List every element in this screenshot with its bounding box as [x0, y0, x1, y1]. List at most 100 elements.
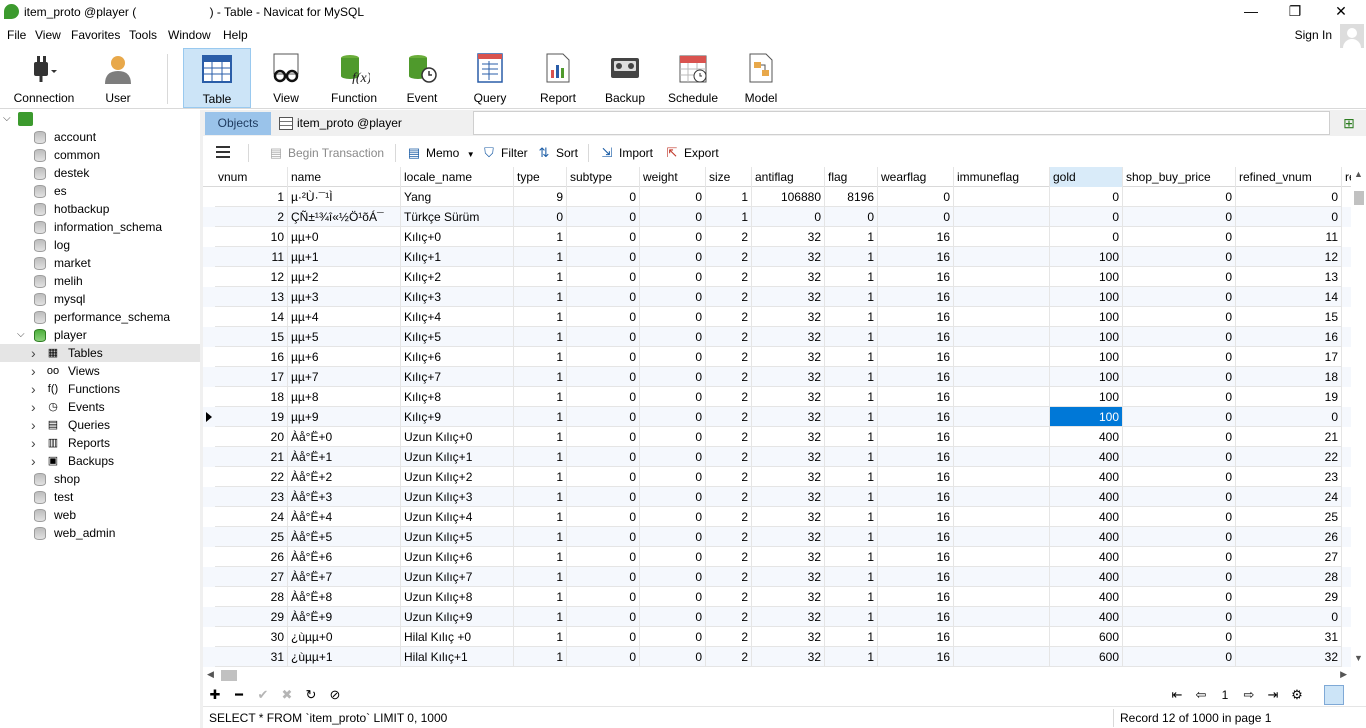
cell-size[interactable]: 1	[706, 207, 752, 227]
cell-subtype[interactable]: 0	[567, 547, 640, 567]
chevron-down-icon[interactable]: ⌵	[17, 326, 25, 344]
cell-type[interactable]: 1	[514, 547, 567, 567]
cell-vnum[interactable]: 12	[215, 267, 288, 287]
cell-size[interactable]: 2	[706, 427, 752, 447]
cell-wearflag[interactable]: 16	[878, 287, 954, 307]
cell-weight[interactable]: 0	[640, 467, 706, 487]
scroll-left-icon[interactable]: ◀	[207, 669, 214, 680]
cell-refined-vnum[interactable]: 0	[1236, 407, 1342, 427]
cell-type[interactable]: 1	[514, 327, 567, 347]
cell-type[interactable]: 1	[514, 487, 567, 507]
cell-subtype[interactable]: 0	[567, 287, 640, 307]
table-row[interactable]: 11 µµ+1 Kılıç+1 1 0 0 2 32 1 16 100 0 12	[203, 247, 1351, 267]
cell-shop-buy-price[interactable]: 0	[1123, 447, 1236, 467]
cell-refined-vnum[interactable]: 12	[1236, 247, 1342, 267]
cell-name[interactable]: Àå°Ë+3	[288, 487, 401, 507]
export-button[interactable]: ⇱ Export	[664, 144, 719, 162]
cell-gold[interactable]: 100	[1050, 407, 1123, 427]
column-header-name[interactable]: name	[288, 167, 401, 187]
cell-name[interactable]: Àå°Ë+9	[288, 607, 401, 627]
table-button[interactable]: Table	[183, 48, 251, 108]
cell-shop-buy-price[interactable]: 0	[1123, 567, 1236, 587]
scroll-down-icon[interactable]: ▼	[1354, 653, 1363, 663]
scroll-thumb[interactable]	[221, 670, 237, 681]
tree-db-common[interactable]: common	[0, 146, 200, 164]
column-header-re[interactable]: re	[1342, 167, 1351, 187]
cell-weight[interactable]: 0	[640, 227, 706, 247]
cell-refined-vnum[interactable]: 0	[1236, 607, 1342, 627]
cell-name[interactable]: µµ+2	[288, 267, 401, 287]
cell-wearflag[interactable]: 16	[878, 547, 954, 567]
cell-wearflag[interactable]: 16	[878, 347, 954, 367]
cell-flag[interactable]: 1	[825, 507, 878, 527]
cell-size[interactable]: 2	[706, 547, 752, 567]
cell-refined-vnum[interactable]: 27	[1236, 547, 1342, 567]
first-page-icon[interactable]: ⇤	[1168, 686, 1186, 704]
cell-wearflag[interactable]: 16	[878, 567, 954, 587]
cell-type[interactable]: 1	[514, 647, 567, 667]
cell-locale-name[interactable]: Kılıç+5	[401, 327, 514, 347]
cell-shop-buy-price[interactable]: 0	[1123, 327, 1236, 347]
column-header-size[interactable]: size	[706, 167, 752, 187]
cell-shop-buy-price[interactable]: 0	[1123, 227, 1236, 247]
cell-refined-vnum[interactable]: 32	[1236, 647, 1342, 667]
cell-antiflag[interactable]: 106880	[752, 187, 825, 207]
cell-refined-vnum[interactable]: 31	[1236, 627, 1342, 647]
cell-subtype[interactable]: 0	[567, 607, 640, 627]
column-header-locale-name[interactable]: locale_name	[401, 167, 514, 187]
cell-size[interactable]: 2	[706, 607, 752, 627]
cell-flag[interactable]: 8196	[825, 187, 878, 207]
cell-vnum[interactable]: 14	[215, 307, 288, 327]
column-header-antiflag[interactable]: antiflag	[752, 167, 825, 187]
cell-flag[interactable]: 1	[825, 587, 878, 607]
cell-refined-vnum[interactable]: 14	[1236, 287, 1342, 307]
cell-weight[interactable]: 0	[640, 407, 706, 427]
cell-type[interactable]: 1	[514, 267, 567, 287]
cell-subtype[interactable]: 0	[567, 267, 640, 287]
cell-shop-buy-price[interactable]: 0	[1123, 307, 1236, 327]
cell-immuneflag[interactable]	[954, 607, 1050, 627]
cell-subtype[interactable]: 0	[567, 407, 640, 427]
tree-db-web-admin[interactable]: web_admin	[0, 524, 200, 542]
report-button[interactable]: Report	[530, 48, 586, 108]
cell-locale-name[interactable]: Uzun Kılıç+8	[401, 587, 514, 607]
cell-flag[interactable]: 1	[825, 487, 878, 507]
tree-db-log[interactable]: log	[0, 236, 200, 254]
cell-locale-name[interactable]: Türkçe Sürüm	[401, 207, 514, 227]
cell-antiflag[interactable]: 32	[752, 447, 825, 467]
cell-immuneflag[interactable]	[954, 627, 1050, 647]
tree-db-information-schema[interactable]: information_schema	[0, 218, 200, 236]
column-header-refined-vnum[interactable]: refined_vnum	[1236, 167, 1342, 187]
maximize-button[interactable]: ❐	[1272, 0, 1318, 24]
cell-immuneflag[interactable]	[954, 347, 1050, 367]
table-row[interactable]: 12 µµ+2 Kılıç+2 1 0 0 2 32 1 16 100 0 13	[203, 267, 1351, 287]
cell-wearflag[interactable]: 16	[878, 487, 954, 507]
cell-size[interactable]: 2	[706, 367, 752, 387]
cell-locale-name[interactable]: Uzun Kılıç+3	[401, 487, 514, 507]
cell-size[interactable]: 2	[706, 267, 752, 287]
cell-wearflag[interactable]: 16	[878, 267, 954, 287]
chevron-right-icon[interactable]: ›	[31, 452, 36, 470]
cell-subtype[interactable]: 0	[567, 327, 640, 347]
cell-immuneflag[interactable]	[954, 367, 1050, 387]
cell-size[interactable]: 2	[706, 307, 752, 327]
cell-flag[interactable]: 1	[825, 407, 878, 427]
table-row[interactable]: 20 Àå°Ë+0 Uzun Kılıç+0 1 0 0 2 32 1 16 400 0 21	[203, 427, 1351, 447]
cell-vnum[interactable]: 16	[215, 347, 288, 367]
cell-refined-vnum[interactable]: 24	[1236, 487, 1342, 507]
table-row[interactable]: 22 Àå°Ë+2 Uzun Kılıç+2 1 0 0 2 32 1 16 400 0 23	[203, 467, 1351, 487]
cell-size[interactable]: 2	[706, 247, 752, 267]
table-row[interactable]: 18 µµ+8 Kılıç+8 1 0 0 2 32 1 16 100 0 19	[203, 387, 1351, 407]
cell-type[interactable]: 9	[514, 187, 567, 207]
cell-wearflag[interactable]: 16	[878, 627, 954, 647]
cell-vnum[interactable]: 1	[215, 187, 288, 207]
backup-button[interactable]: Backup	[598, 48, 652, 108]
sign-in-link[interactable]: Sign In	[1295, 28, 1332, 42]
schedule-button[interactable]: Schedule	[664, 48, 722, 108]
cell-size[interactable]: 2	[706, 467, 752, 487]
cell-locale-name[interactable]: Kılıç+8	[401, 387, 514, 407]
event-button[interactable]: Event	[396, 48, 448, 108]
chevron-right-icon[interactable]: ›	[31, 434, 36, 452]
cell-shop-buy-price[interactable]: 0	[1123, 547, 1236, 567]
cell-wearflag[interactable]: 16	[878, 647, 954, 667]
